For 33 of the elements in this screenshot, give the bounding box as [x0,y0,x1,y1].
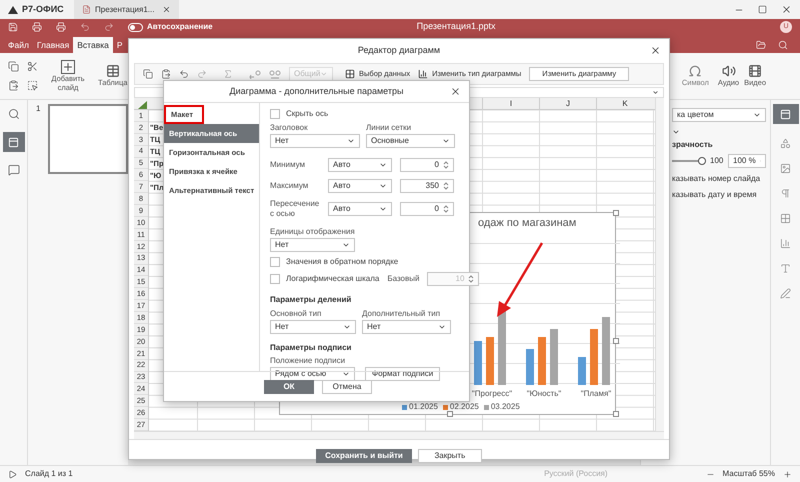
category-label: "Юность" [526,389,562,399]
section-label: зрачность [672,140,714,150]
slide-counter: Слайд 1 из 1 [25,469,73,479]
category-label: "Пламя" [580,389,612,399]
slide-number: 1 [36,104,40,115]
legend-label: 03.2025 [490,402,520,412]
legend-label: 01.2025 [409,402,438,412]
field-label: Дополнительный тип [362,309,442,319]
option-label: казывать дату и время [672,190,758,200]
document-title: Презентация1.pptx [416,21,496,33]
category-label: "Прогресс" [470,389,514,399]
option-label: казывать номер слайда [672,174,762,184]
field-label: Положение подписи [270,356,346,366]
field-label: Базовый [387,274,420,284]
app-logo: Р7-ОФИС [22,4,64,16]
field-label: Максимум [270,181,310,191]
section-heading: Параметры делений [270,295,352,305]
field-label: Основной тип [270,309,322,319]
field-label: Пересечение с осью [270,199,320,219]
field-label: Минимум [270,160,306,170]
checkbox-label: Значения в обратном порядке [286,257,398,267]
checkbox-label: Скрыть ось [286,109,328,119]
chart-title: одаж по магазинам [478,217,576,231]
field-label: Единицы отображения [270,227,356,237]
autosave-label: Автосохранение [147,22,213,32]
window-title: Редактор диаграмм [358,45,440,57]
dialog-title: Диаграмма - дополнительные параметры [230,86,404,98]
section-heading: Параметры подписи [270,343,352,353]
field-label: Линии сетки [366,123,412,133]
legend-label: 02.2025 [450,402,479,412]
checkbox-label: Логарифмическая шкала [286,274,380,284]
slider-reading: 100 [710,156,724,166]
field-label: Заголовок [270,123,309,133]
